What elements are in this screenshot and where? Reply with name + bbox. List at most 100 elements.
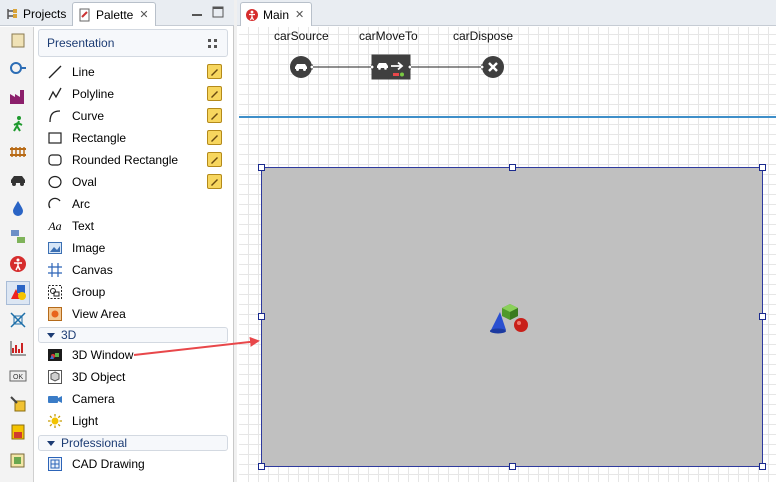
rail-category-button[interactable] (6, 141, 30, 165)
palette-category-toolbar: OK (0, 27, 34, 482)
3d-window-icon (46, 346, 64, 364)
controls-category-button[interactable]: OK (6, 365, 30, 389)
cad-drawing-icon (46, 455, 64, 473)
pencil-icon[interactable] (207, 64, 222, 79)
palette-item-3d-window[interactable]: 3D Window (46, 344, 228, 366)
palette-item-3d-object[interactable]: 3D Object (46, 366, 228, 388)
resize-handle-bottom-right[interactable] (759, 463, 766, 470)
palette-item-label: Curve (72, 109, 105, 123)
car-move-to-icon (369, 54, 413, 80)
palette-item-view-area[interactable]: View Area (46, 303, 228, 325)
pencil-icon[interactable] (207, 130, 222, 145)
close-icon[interactable]: ✕ (139, 8, 148, 21)
pictures-icon (9, 423, 27, 444)
factory-category-button[interactable] (6, 85, 30, 109)
3d-objects-category-button[interactable] (6, 449, 30, 473)
resize-handle-top-left[interactable] (258, 164, 265, 171)
space-markup-category-button[interactable] (6, 309, 30, 333)
grid-view-icon[interactable] (207, 38, 219, 50)
editor-area: Main ✕ carSource carMoveTo carDispose (237, 0, 776, 482)
palette-icon (78, 8, 92, 22)
pedestrian-category-button[interactable] (6, 113, 30, 137)
pencil-icon[interactable] (207, 152, 222, 167)
palette-item-image[interactable]: Image (46, 237, 228, 259)
palette-item-group[interactable]: Group (46, 281, 228, 303)
palette-item-label: View Area (72, 307, 126, 321)
close-icon[interactable]: ✕ (295, 8, 304, 21)
palette-item-line[interactable]: Line (46, 61, 228, 83)
button-control-icon: OK (9, 367, 27, 388)
palette-item-arc[interactable]: Arc (46, 193, 228, 215)
palette-item-curve[interactable]: Curve (46, 105, 228, 127)
fluid-drop-icon (9, 199, 27, 220)
resize-handle-right[interactable] (759, 313, 766, 320)
palette-item-cad-drawing[interactable]: CAD Drawing (46, 453, 228, 475)
palette-category-button[interactable] (6, 29, 30, 53)
pencil-icon[interactable] (207, 174, 222, 189)
car-dispose-block[interactable] (479, 55, 505, 79)
process-modeling-category-button[interactable] (6, 57, 30, 81)
tab-palette-label: Palette (96, 7, 134, 22)
connectivity-category-button[interactable] (6, 393, 30, 417)
palette-item-label: 3D Window (72, 348, 134, 362)
section-presentation-header[interactable]: Presentation (38, 29, 228, 57)
car-source-block[interactable] (289, 55, 315, 79)
3d-object-icon (46, 368, 64, 386)
clipboard-icon (9, 31, 27, 52)
presentation-category-button[interactable] (6, 281, 30, 305)
resize-handle-top[interactable] (509, 164, 516, 171)
car-move-to-block[interactable] (369, 54, 413, 80)
palette-item-rounded-rectangle[interactable]: Rounded Rectangle (46, 149, 228, 171)
resize-handle-left[interactable] (258, 313, 265, 320)
view-area-separator-line (239, 116, 776, 118)
resize-handle-bottom[interactable] (509, 463, 516, 470)
palette-item-label: Rounded Rectangle (72, 153, 179, 167)
agent-category-button[interactable] (6, 225, 30, 249)
palette-item-label: Canvas (72, 263, 113, 277)
palette-item-label: Light (72, 414, 99, 428)
graphical-editor-canvas[interactable]: carSource carMoveTo carDispose (239, 27, 776, 482)
left-tab-bar: Projects Palette ✕ (0, 0, 234, 26)
palette-item-label: Rectangle (72, 131, 127, 145)
palette-item-light[interactable]: Light (46, 410, 228, 432)
palette-item-label: Line (72, 65, 95, 79)
section-3d-label: 3D (61, 328, 77, 342)
resize-handle-top-right[interactable] (759, 164, 766, 171)
pictures-category-button[interactable] (6, 421, 30, 445)
minimize-icon[interactable] (190, 5, 204, 19)
car-icon (9, 171, 27, 192)
agent-type-icon (245, 8, 259, 22)
arc-icon (46, 195, 64, 213)
analysis-category-button[interactable] (6, 337, 30, 361)
palette-item-label: Group (72, 285, 106, 299)
palette-item-label: Camera (72, 392, 115, 406)
rail-icon (9, 143, 27, 164)
tab-main[interactable]: Main ✕ (240, 2, 312, 26)
factory-icon (9, 87, 27, 108)
pencil-icon[interactable] (207, 108, 222, 123)
palette-item-label: Polyline (72, 87, 115, 101)
pencil-icon[interactable] (207, 86, 222, 101)
section-3d-header[interactable]: 3D (38, 327, 228, 343)
agent-icon (9, 227, 27, 248)
resize-handle-bottom-left[interactable] (258, 463, 265, 470)
accessibility-category-button[interactable] (6, 253, 30, 277)
palette-item-oval[interactable]: Oval (46, 171, 228, 193)
collapse-triangle-icon (47, 332, 55, 338)
road-traffic-category-button[interactable] (6, 169, 30, 193)
connectivity-icon (9, 395, 27, 416)
section-professional-header[interactable]: Professional (38, 435, 228, 451)
tab-projects[interactable]: Projects (0, 2, 71, 26)
palette-item-camera[interactable]: Camera (46, 388, 228, 410)
analysis-chart-icon (9, 339, 27, 360)
maximize-icon[interactable] (211, 5, 225, 19)
palette-item-rectangle[interactable]: Rectangle (46, 127, 228, 149)
palette-item-canvas[interactable]: Canvas (46, 259, 228, 281)
fluid-category-button[interactable] (6, 197, 30, 221)
palette-item-text[interactable]: Aa Text (46, 215, 228, 237)
space-markup-icon (9, 311, 27, 332)
tab-palette[interactable]: Palette ✕ (72, 2, 156, 26)
palette-item-polyline[interactable]: Polyline (46, 83, 228, 105)
palette-item-label: Oval (72, 175, 97, 189)
3d-window-shape[interactable] (261, 167, 763, 467)
